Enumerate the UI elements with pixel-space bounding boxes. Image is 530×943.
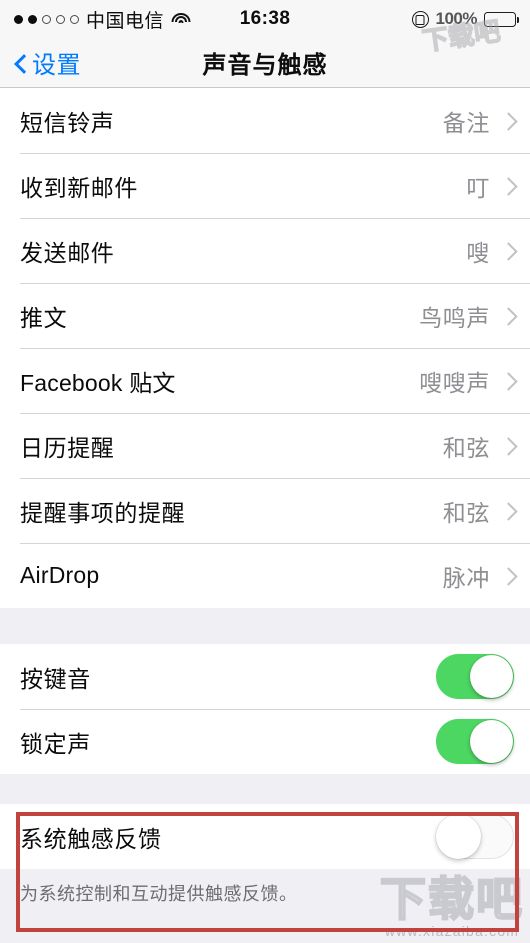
- chevron-right-icon: [502, 375, 514, 387]
- section-gap: [0, 774, 530, 804]
- row-label: 发送邮件: [20, 239, 115, 266]
- row-keyboard-clicks[interactable]: 按键音: [0, 644, 530, 709]
- row-reminder-alert[interactable]: 提醒事项的提醒 和弦: [0, 478, 530, 543]
- row-label: 提醒事项的提醒: [20, 499, 186, 526]
- status-bar: 中国电信 16:38 100%: [0, 0, 530, 38]
- row-value: 和弦: [442, 434, 490, 461]
- chevron-right-icon: [502, 570, 514, 582]
- system-haptics-switch[interactable]: [436, 814, 514, 859]
- chevron-right-icon: [502, 505, 514, 517]
- row-sent-mail[interactable]: 发送邮件 嗖: [0, 218, 530, 283]
- haptics-footer-note: 为系统控制和互动提供触感反馈。: [0, 869, 530, 907]
- chevron-right-icon: [502, 310, 514, 322]
- row-label: 系统触感反馈: [20, 825, 162, 852]
- chevron-right-icon: [502, 245, 514, 257]
- row-value: 鸟鸣声: [419, 304, 490, 331]
- row-label: AirDrop: [20, 562, 100, 588]
- row-label: Facebook 贴文: [20, 369, 176, 396]
- row-label: 短信铃声: [20, 109, 115, 136]
- row-value: 脉冲: [442, 564, 490, 591]
- row-value: 和弦: [442, 499, 490, 526]
- status-bar-right: 100%: [411, 9, 520, 29]
- rotation-lock-icon: [411, 10, 429, 28]
- navigation-bar: 设置 声音与触感: [0, 38, 530, 88]
- row-lock-sound[interactable]: 锁定声: [0, 709, 530, 774]
- sound-toggles-group: 按键音 锁定声: [0, 644, 530, 774]
- row-tweet[interactable]: 推文 鸟鸣声: [0, 283, 530, 348]
- sound-picker-group: 短信铃声 备注 收到新邮件 叮 发送邮件 嗖 推文 鸟鸣声 Facebook 贴: [0, 88, 530, 608]
- lock-sound-switch[interactable]: [436, 719, 514, 764]
- row-sms-tone[interactable]: 短信铃声 备注: [0, 88, 530, 153]
- chevron-right-icon: [502, 180, 514, 192]
- row-label: 锁定声: [20, 730, 91, 757]
- phone-screen: 中国电信 16:38 100% 下载吧 设置 声音与触感 短信铃声 备注 收: [0, 0, 530, 943]
- row-facebook-post[interactable]: Facebook 贴文 嗖嗖声: [0, 348, 530, 413]
- keyboard-clicks-switch[interactable]: [436, 654, 514, 699]
- page-title: 声音与触感: [202, 52, 328, 79]
- section-gap: [0, 608, 530, 644]
- row-value: 嗖嗖声: [419, 369, 490, 396]
- row-airdrop[interactable]: AirDrop 脉冲: [0, 543, 530, 608]
- row-new-mail[interactable]: 收到新邮件 叮: [0, 153, 530, 218]
- row-system-haptics[interactable]: 系统触感反馈: [0, 804, 530, 869]
- battery-percent-label: 100%: [435, 9, 478, 28]
- haptics-group: 系统触感反馈: [0, 804, 530, 869]
- row-label: 按键音: [20, 665, 91, 692]
- row-calendar-alert[interactable]: 日历提醒 和弦: [0, 413, 530, 478]
- row-label: 收到新邮件: [20, 174, 138, 201]
- row-value: 叮: [466, 174, 490, 201]
- chevron-right-icon: [502, 440, 514, 452]
- row-value: 备注: [442, 109, 490, 136]
- row-value: 嗖: [466, 239, 490, 266]
- battery-icon: [484, 11, 520, 27]
- row-label: 日历提醒: [20, 434, 115, 461]
- row-label: 推文: [20, 304, 68, 331]
- settings-scroll-view[interactable]: 短信铃声 备注 收到新邮件 叮 发送邮件 嗖 推文 鸟鸣声 Facebook 贴: [0, 88, 530, 943]
- chevron-right-icon: [502, 115, 514, 127]
